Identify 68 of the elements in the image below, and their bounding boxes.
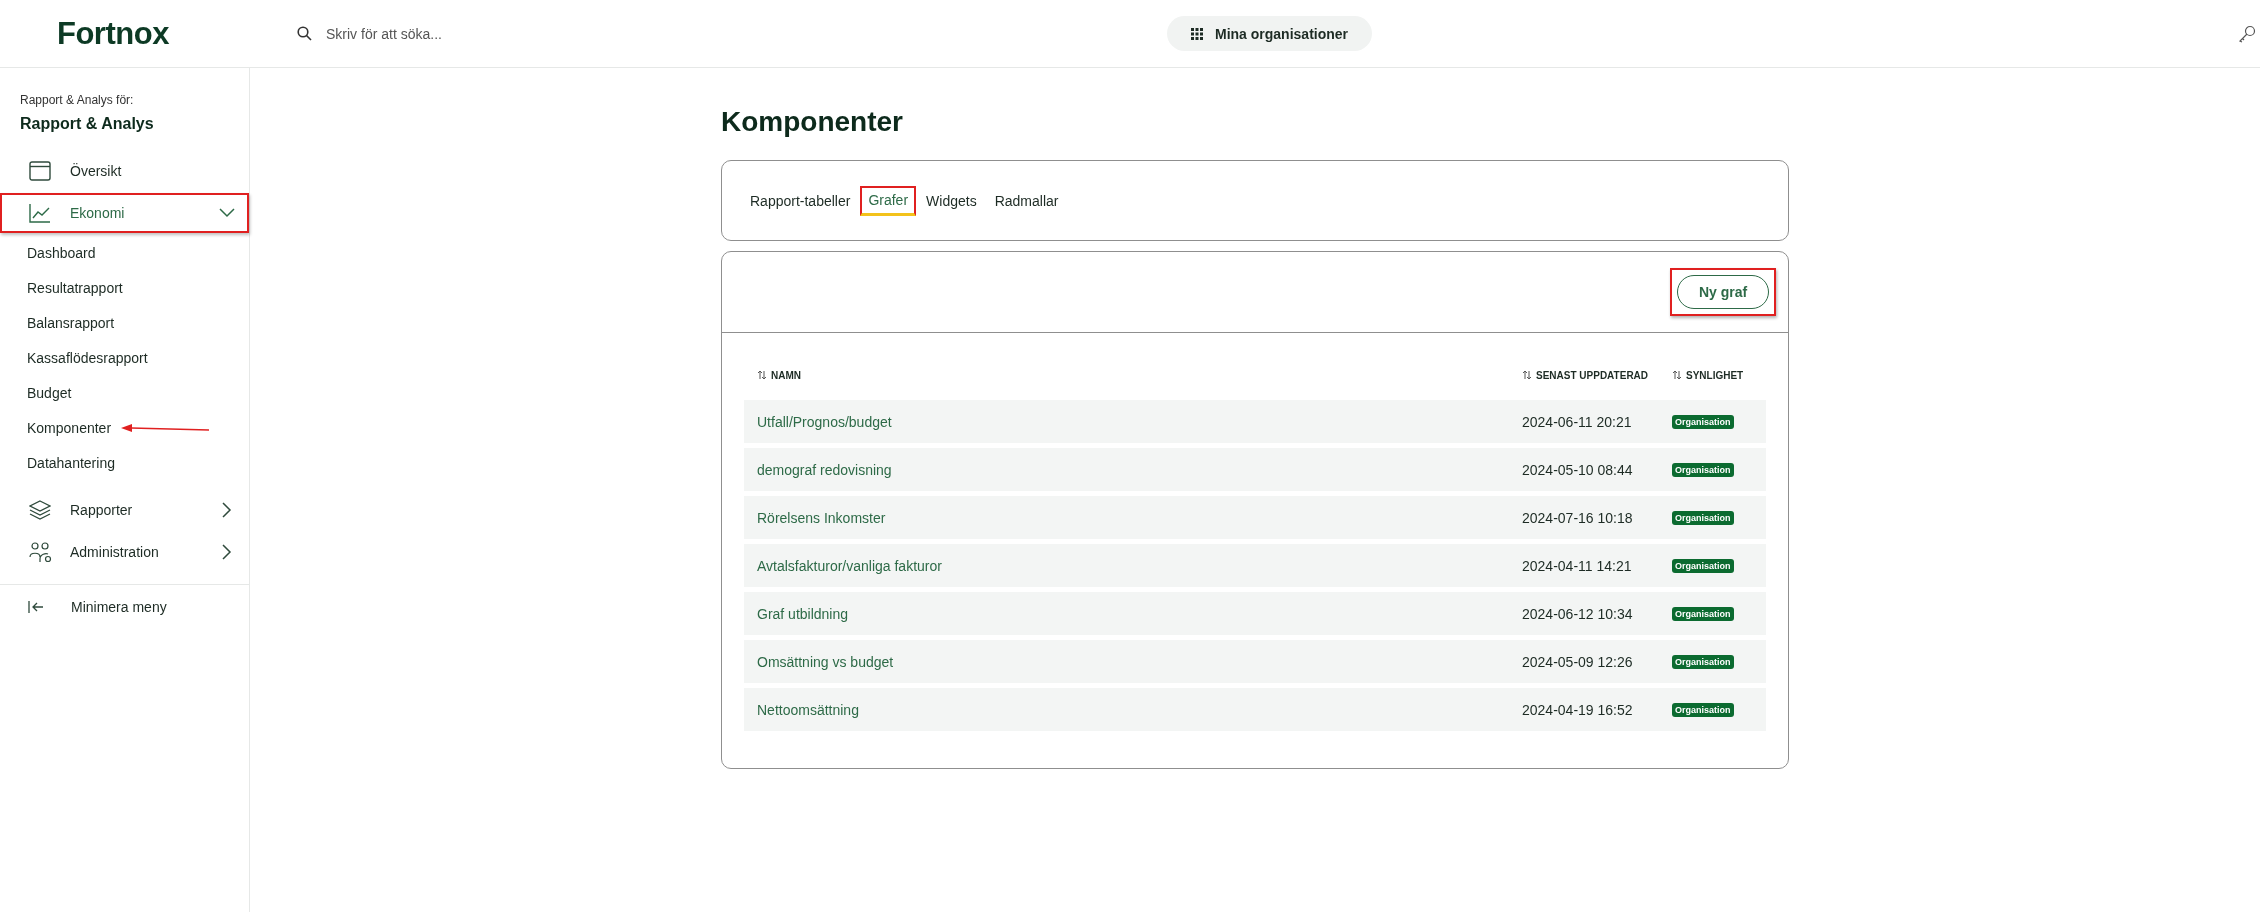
nav-subitem[interactable]: Datahantering <box>27 454 115 471</box>
column-header[interactable]: SYNLIGHET <box>1686 369 1744 381</box>
sort-icon[interactable] <box>1672 370 1682 380</box>
graph-name-link[interactable]: Utfall/Prognos/budget <box>757 413 892 430</box>
organizations-button[interactable]: Mina organisationer <box>1167 16 1373 51</box>
chevron-right-icon <box>222 502 232 518</box>
column-header[interactable]: SENAST UPPDATERAD <box>1536 369 1649 381</box>
updated-cell-text: 2024-06-12 10:34 <box>1522 605 1634 622</box>
updated-cell-text: 2024-06-11 20:21 <box>1522 413 1633 430</box>
nav-item[interactable]: Rapporter <box>0 490 249 530</box>
table-row[interactable]: Graf utbildning 2024-06-12 10:34 Organisation <box>744 592 1766 635</box>
tab[interactable]: Grafer <box>860 185 917 216</box>
visibility-tag: Organisation <box>1672 558 1734 573</box>
updated-cell-text: 2024-04-19 16:52 <box>1522 701 1634 718</box>
table-row[interactable]: demograf redovisning 2024-05-10 08:44 Organisation <box>744 448 1766 491</box>
users-gear-icon <box>29 541 53 563</box>
graph-name-link[interactable]: Omsättning vs budget <box>757 653 894 670</box>
visibility-tag: Organisation <box>1672 510 1734 525</box>
collapse-arrow-icon <box>28 600 44 614</box>
table-row[interactable]: Avtalsfakturor/vanliga fakturor 2024-04-11 14:21 Organisation <box>744 544 1766 587</box>
window-icon <box>29 161 51 181</box>
grid-icon <box>1191 27 1203 40</box>
graph-name-link[interactable]: Graf utbildning <box>757 605 849 622</box>
table-row[interactable]: Rörelsens Inkomster 2024-07-16 10:18 Organisation <box>744 496 1766 539</box>
table-row[interactable]: Nettoomsättning 2024-04-19 16:52 Organisation <box>744 688 1766 731</box>
visibility-tag: Organisation <box>1672 414 1734 429</box>
updated-cell-text: 2024-04-11 14:21 <box>1522 557 1633 574</box>
column-header[interactable]: NAMN <box>771 369 801 381</box>
tab[interactable]: Widgets <box>918 161 985 240</box>
nav-subitem[interactable]: Komponenter <box>27 419 112 436</box>
tab[interactable]: Rapport-tabeller <box>742 161 859 240</box>
updated-cell-text: 2024-05-10 08:44 <box>1522 461 1634 478</box>
tab[interactable]: Radmallar <box>986 161 1067 240</box>
line-chart-icon <box>29 203 51 223</box>
updated-cell-text: 2024-07-16 10:18 <box>1522 509 1634 526</box>
nav-subitem[interactable]: Balansrapport <box>27 314 115 331</box>
context-name: Rapport & Analys <box>19 114 155 134</box>
new-graph-button[interactable]: Ny graf <box>1677 275 1769 309</box>
collapse-menu-button[interactable]: Minimera meny <box>0 584 249 629</box>
nav-item[interactable]: Översikt <box>0 151 249 191</box>
table-row[interactable]: Omsättning vs budget 2024-05-09 12:26 Organisation <box>744 640 1766 683</box>
nav-subitem[interactable]: Resultatrapport <box>27 279 123 296</box>
updated-cell-text: 2024-05-09 12:26 <box>1522 653 1634 670</box>
nav-item[interactable]: Ekonomi <box>0 193 249 233</box>
visibility-tag: Organisation <box>1672 654 1734 669</box>
page-title: Komponenter <box>721 105 904 139</box>
chevron-down-icon <box>219 208 235 218</box>
sort-icon[interactable] <box>1522 370 1532 380</box>
graph-name-link[interactable]: Avtalsfakturor/vanliga fakturor <box>757 557 942 574</box>
graph-name-link[interactable]: demograf redovisning <box>757 461 892 478</box>
context-label: Rapport & Analys för: <box>19 92 135 107</box>
visibility-tag: Organisation <box>1672 462 1734 477</box>
search-field[interactable]: Skriv för att söka... <box>326 25 626 42</box>
visibility-tag: Organisation <box>1672 702 1734 717</box>
chevron-right-icon <box>222 544 232 560</box>
visibility-tag: Organisation <box>1672 606 1734 621</box>
graph-name-link[interactable]: Nettoomsättning <box>757 701 859 718</box>
nav-subitem[interactable]: Dashboard <box>27 244 96 261</box>
nav-item[interactable]: Administration <box>0 532 249 572</box>
graph-name-link[interactable]: Rörelsens Inkomster <box>757 509 886 526</box>
nav-subitem[interactable]: Budget <box>27 384 72 401</box>
nav-subitem[interactable]: Kassaflödesrapport <box>27 349 148 366</box>
search-icon <box>297 26 312 41</box>
key-icon[interactable] <box>2238 24 2256 43</box>
logo[interactable]: Fortnox <box>0 15 277 52</box>
table-row[interactable]: Utfall/Prognos/budget 2024-06-11 20:21 Organisation <box>744 400 1766 443</box>
layers-icon <box>29 499 51 521</box>
sort-icon[interactable] <box>757 370 767 380</box>
